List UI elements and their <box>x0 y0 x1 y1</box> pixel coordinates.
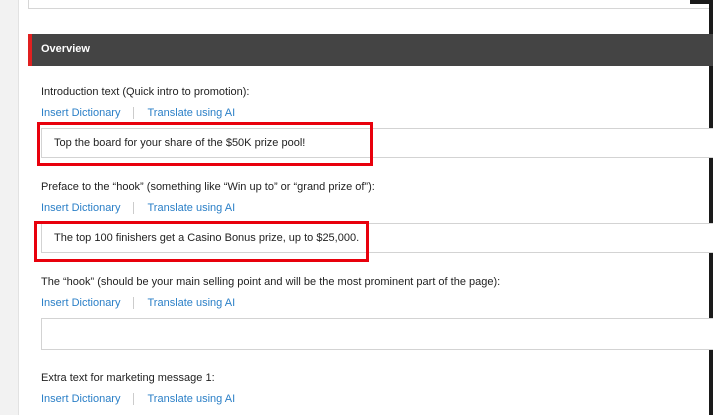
hook-links: Insert Dictionary Translate using AI <box>41 297 235 310</box>
translate-ai-link[interactable]: Translate using AI <box>147 202 235 214</box>
intro-text-links: Insert Dictionary Translate using AI <box>41 107 235 120</box>
hook-preface-links: Insert Dictionary Translate using AI <box>41 202 235 215</box>
intro-text-input[interactable]: Top the board for your share of the $50K… <box>41 128 713 158</box>
hook-preface-input[interactable]: The top 100 finishers get a Casino Bonus… <box>41 223 713 253</box>
link-divider <box>133 107 135 120</box>
section-title: Overview <box>41 43 90 55</box>
intro-text-value: Top the board for your share of the $50K… <box>54 137 306 149</box>
translate-ai-link[interactable]: Translate using AI <box>147 107 235 119</box>
link-divider <box>133 297 135 310</box>
hook-label: The “hook” (should be your main selling … <box>41 276 501 288</box>
marketing-message-1-label: Extra text for marketing message 1: <box>41 372 215 384</box>
insert-dictionary-link[interactable]: Insert Dictionary <box>41 107 120 119</box>
insert-dictionary-link[interactable]: Insert Dictionary <box>41 393 120 405</box>
link-divider <box>133 202 135 215</box>
cms-editor-page: Overview Introduction text (Quick intro … <box>0 0 713 415</box>
hook-preface-value: The top 100 finishers get a Casino Bonus… <box>54 232 360 244</box>
hook-preface-label: Preface to the “hook” (something like “W… <box>41 181 375 193</box>
translate-ai-link[interactable]: Translate using AI <box>147 393 235 405</box>
insert-dictionary-link[interactable]: Insert Dictionary <box>41 297 120 309</box>
left-gutter <box>0 0 19 415</box>
previous-text-field[interactable] <box>28 0 713 9</box>
insert-dictionary-link[interactable]: Insert Dictionary <box>41 202 120 214</box>
overview-section-header[interactable]: Overview <box>28 34 713 66</box>
link-divider <box>133 393 135 406</box>
hook-input[interactable] <box>41 318 713 350</box>
intro-text-label: Introduction text (Quick intro to promot… <box>41 86 250 98</box>
marketing-message-1-links: Insert Dictionary Translate using AI <box>41 393 235 406</box>
translate-ai-link[interactable]: Translate using AI <box>147 297 235 309</box>
